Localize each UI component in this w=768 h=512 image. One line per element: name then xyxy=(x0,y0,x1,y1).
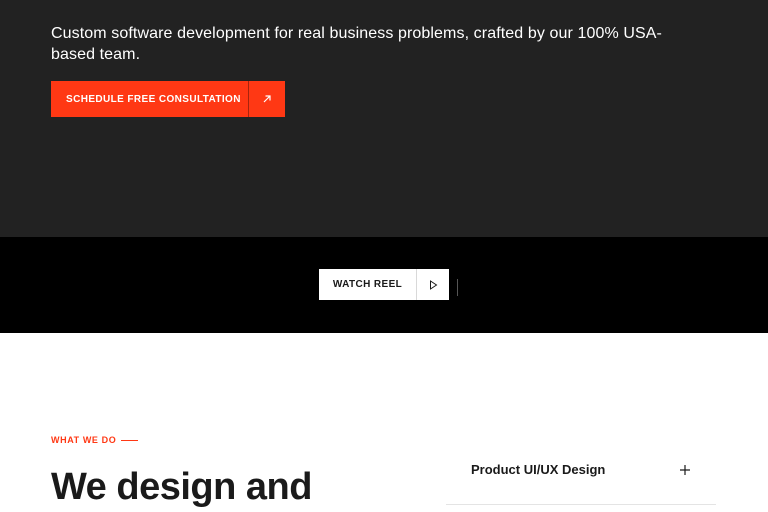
plus-icon[interactable] xyxy=(679,463,691,475)
accordion-label: Product UI/UX Design xyxy=(471,462,606,477)
watch-reel-label: WATCH REEL xyxy=(332,279,403,290)
accordion-item-product-design[interactable]: Product UI/UX Design xyxy=(446,448,716,505)
watch-reel-button[interactable]: WATCH REEL xyxy=(319,269,449,300)
hero-subtitle: Custom software development for real bus… xyxy=(51,25,662,63)
text-cursor xyxy=(457,279,458,296)
play-icon xyxy=(417,269,449,300)
cta-label: SCHEDULE FREE CONSULTATION xyxy=(66,93,241,105)
arrow-up-right-icon xyxy=(249,81,285,117)
eyebrow-line xyxy=(121,439,139,441)
schedule-consultation-button[interactable]: SCHEDULE FREE CONSULTATION xyxy=(51,81,285,117)
eyebrow-label: WHAT WE DO xyxy=(51,435,117,445)
reel-section: WATCH REEL xyxy=(0,237,768,333)
hero-section: Custom software development for real bus… xyxy=(0,0,768,237)
section-headline: We design and xyxy=(51,466,312,508)
section-eyebrow: WHAT WE DO xyxy=(51,435,139,445)
